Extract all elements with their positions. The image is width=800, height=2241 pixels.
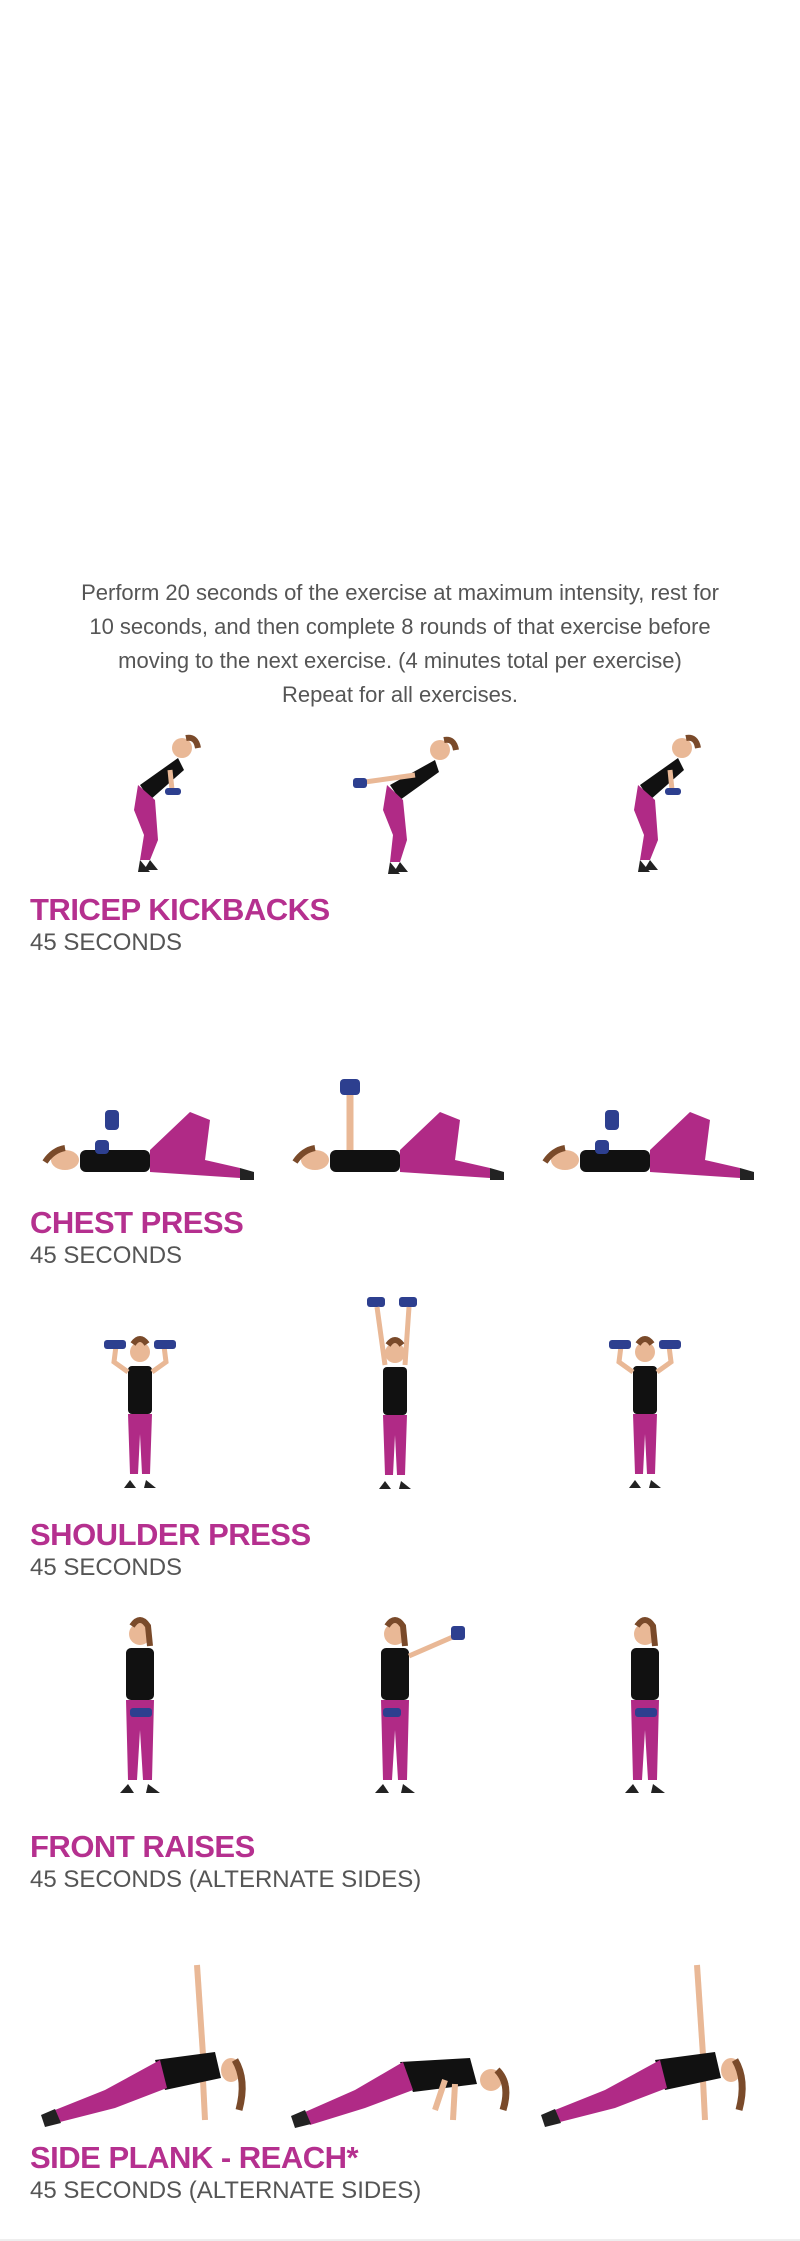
chest-press-photo-2	[292, 1079, 504, 1180]
exercise-duration: 45 SECONDS (ALTERNATE SIDES)	[30, 1866, 422, 1893]
intro-line: Perform 20 seconds of the exercise at ma…	[81, 580, 719, 605]
shoulder-press-photo-2	[367, 1297, 417, 1489]
exercise-title: SHOULDER PRESS	[30, 1517, 311, 1552]
side-plank-photo-3	[541, 1964, 746, 2127]
intro-paragraph: Perform 20 seconds of the exercise at ma…	[40, 576, 760, 712]
side-plank-photo-1	[41, 1964, 246, 2127]
exercise-duration: 45 SECONDS	[30, 929, 183, 956]
exercise-duration: 45 SECONDS (ALTERNATE SIDES)	[30, 2177, 422, 2204]
exercise-duration: 45 SECONDS	[30, 1242, 183, 1269]
chest-press-photo-1	[42, 1110, 254, 1180]
tricep-kickback-photo-3	[634, 734, 701, 872]
exercise-title: TRICEP KICKBACKS	[30, 892, 330, 927]
intro-line: moving to the next exercise. (4 minutes …	[118, 648, 682, 673]
shoulder-press-photo-1	[104, 1336, 176, 1488]
shoulder-press-photo-3	[609, 1336, 681, 1488]
chest-press-photo-3	[542, 1110, 754, 1180]
exercise-title: FRONT RAISES	[30, 1829, 255, 1864]
exercise-title: SIDE PLANK - REACH*	[30, 2140, 359, 2175]
tricep-kickback-photo-2	[353, 736, 459, 874]
front-raises-photo-2	[375, 1617, 465, 1793]
front-raises-photo-3	[625, 1617, 665, 1793]
side-plank-photo-2	[291, 2058, 510, 2128]
intro-line: 10 seconds, and then complete 8 rounds o…	[89, 614, 711, 639]
tricep-kickback-photo-1	[134, 734, 201, 872]
intro-line: Repeat for all exercises.	[282, 682, 518, 707]
front-raises-photo-1	[120, 1617, 160, 1793]
exercise-duration: 45 SECONDS	[30, 1554, 183, 1581]
exercise-title: CHEST PRESS	[30, 1205, 244, 1240]
